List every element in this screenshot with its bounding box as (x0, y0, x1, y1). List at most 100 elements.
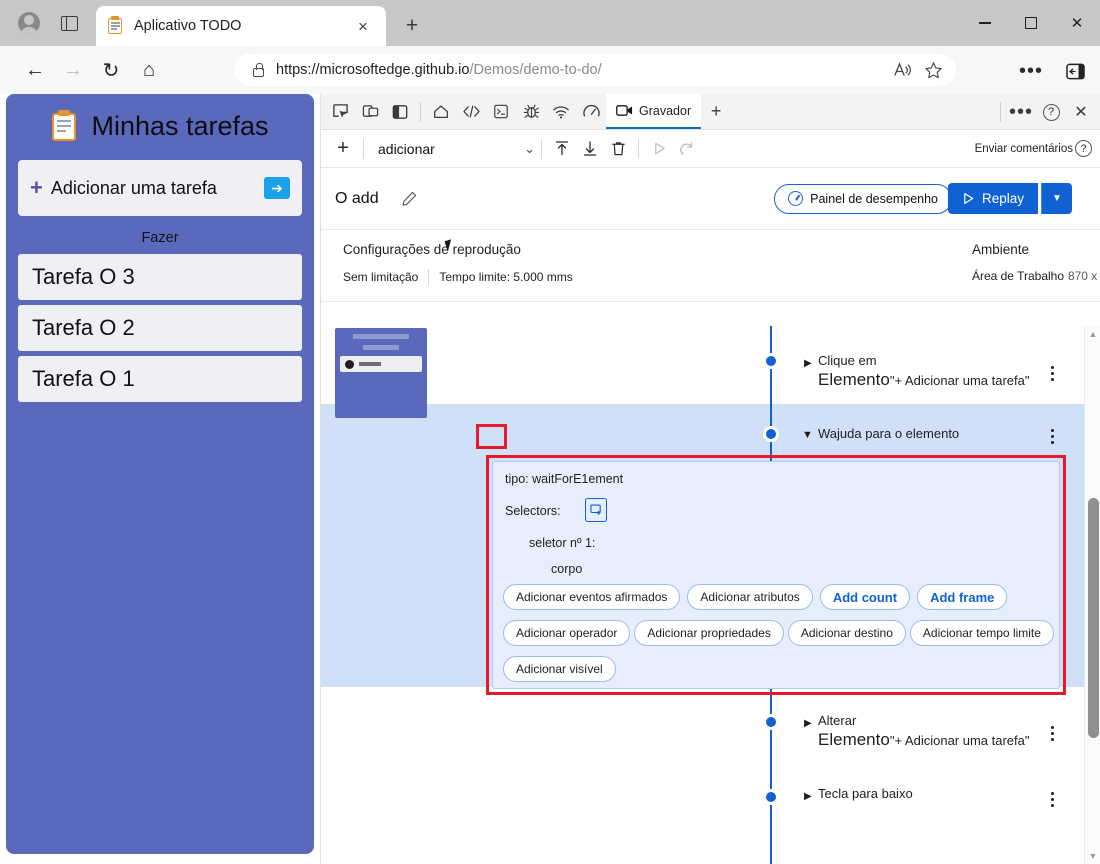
browser-more-button[interactable]: ••• (1016, 56, 1046, 86)
tab-actions-icon (61, 16, 78, 31)
play-icon (962, 192, 975, 205)
sidebar-icon (1066, 63, 1085, 80)
home-glyph (432, 103, 450, 121)
list-item[interactable]: Tarefa O 1 (18, 356, 302, 402)
add-task-row[interactable]: + Adicionar uma tarefa ➔ (18, 160, 302, 216)
devtools-more-button[interactable]: ••• (1006, 97, 1036, 127)
video-camera-icon (616, 104, 633, 117)
read-aloud-glyph (893, 61, 913, 79)
step-title: Clique em (818, 353, 877, 368)
bug-glyph (523, 103, 540, 120)
forward-button[interactable]: → (54, 51, 92, 89)
scroll-down-button[interactable]: ▼ (1085, 848, 1100, 864)
step-menu-button[interactable] (1041, 720, 1063, 746)
recording-select[interactable]: adicionar ⌄ (370, 141, 535, 157)
timeout-value[interactable]: Tempo limite: 5.000 mms (439, 270, 572, 284)
title-bar: Aplicativo TODO × + ✕ (0, 0, 1100, 46)
lock-icon (248, 64, 268, 77)
devtools-help-button[interactable]: ? (1036, 97, 1066, 127)
step-subtitle: Elemento"+ Adicionar uma tarefa" (818, 370, 1030, 390)
close-window-button[interactable]: ✕ (1054, 0, 1100, 46)
import-glyph (554, 140, 570, 157)
home-icon[interactable] (426, 97, 456, 127)
more-dots-icon: ••• (1009, 107, 1033, 117)
minimize-icon (979, 22, 991, 24)
scroll-up-button[interactable]: ▲ (1085, 326, 1100, 342)
step-subtitle-value: "+ Adicionar uma tarefa" (890, 733, 1030, 748)
step-subtitle-value: "+ Adicionar uma tarefa" (890, 373, 1030, 388)
trash-icon[interactable] (604, 135, 632, 163)
expand-triangle-icon[interactable]: ▶ (804, 718, 812, 729)
close-tab-icon[interactable]: × (350, 13, 376, 39)
expand-triangle-icon[interactable]: ▶ (804, 358, 812, 369)
export-arrow-down-icon[interactable] (576, 135, 604, 163)
throttling-value[interactable]: Sem limitação (343, 270, 418, 284)
replay-label: Replay (982, 191, 1024, 206)
performance-gauge-icon[interactable] (576, 97, 606, 127)
scrollbar-thumb[interactable] (1088, 498, 1099, 738)
add-panel-button[interactable]: + (701, 97, 731, 127)
console-icon[interactable] (486, 97, 516, 127)
step-menu-button[interactable] (1041, 786, 1063, 812)
list-item[interactable]: Tarefa O 3 (18, 254, 302, 300)
step-menu-button[interactable] (1041, 423, 1063, 449)
dock-panel-icon[interactable] (385, 97, 415, 127)
expand-triangle-icon[interactable]: ▶ (804, 791, 812, 802)
browser-tab[interactable]: Aplicativo TODO × (96, 6, 386, 46)
tab-actions-button[interactable] (54, 9, 84, 37)
inspect-element-icon[interactable] (325, 97, 355, 127)
back-button[interactable]: ← (16, 51, 54, 89)
import-arrow-up-icon[interactable] (548, 135, 576, 163)
play-icon[interactable] (645, 135, 673, 163)
device-glyph (362, 103, 379, 120)
sidebar-toggle-button[interactable] (1060, 56, 1090, 86)
add-task-label: Adicionar uma tarefa (51, 178, 264, 199)
elements-code-icon[interactable] (456, 97, 486, 127)
replay-arrow-icon[interactable] (673, 135, 701, 163)
collapse-triangle-icon[interactable]: ▼ (802, 429, 813, 441)
step-item[interactable]: ▶ Tecla para baixo (321, 782, 1100, 816)
pencil-icon[interactable] (397, 186, 423, 212)
step-item[interactable]: ▶ Clique em Elemento"+ Adicionar uma tar… (321, 348, 1100, 404)
url-text: https://microsoftedge.github.io/Demos/de… (276, 62, 888, 78)
performance-panel-button[interactable]: Painel de desempenho (774, 184, 952, 214)
favorite-star-icon[interactable] (918, 55, 948, 85)
home-button[interactable]: ⌂ (130, 51, 168, 89)
read-aloud-icon[interactable] (888, 55, 918, 85)
debugger-bug-icon[interactable] (516, 97, 546, 127)
maximize-icon (1025, 17, 1037, 29)
step-menu-button[interactable] (1041, 360, 1063, 386)
feedback-link[interactable]: Enviar comentários ? (975, 140, 1092, 157)
maximize-button[interactable] (1008, 0, 1054, 46)
clipboard-icon (51, 111, 77, 141)
new-recording-button[interactable]: + (329, 135, 357, 163)
list-item[interactable]: Tarefa O 2 (18, 305, 302, 351)
tab-gravador[interactable]: Gravador (606, 94, 701, 129)
profile-button[interactable] (12, 8, 46, 38)
environment-block: Ambiente Área de Trabalho 870 x 537 px (972, 242, 1064, 283)
help-icon: ? (1075, 140, 1092, 157)
step-subtitle-prefix: Elemento (818, 730, 890, 749)
reload-button[interactable]: ↻ (92, 51, 130, 89)
page-title: Minhas tarefas (91, 111, 268, 142)
steps-scrollbar[interactable]: ▲ ▼ (1084, 326, 1100, 864)
new-tab-button[interactable]: + (398, 12, 426, 40)
plus-icon: + (30, 175, 43, 201)
devtools-panel: Gravador + ••• ? ✕ + adicionar ⌄ (320, 94, 1100, 864)
devtools-close-button[interactable]: ✕ (1066, 97, 1096, 127)
gauge-glyph (582, 103, 601, 120)
performance-panel-label: Painel de desempenho (810, 192, 938, 206)
step-item[interactable]: ▶ Alterar Elemento"+ Adicionar uma taref… (321, 708, 1100, 764)
minimize-button[interactable] (962, 0, 1008, 46)
address-bar[interactable]: https://microsoftedge.github.io/Demos/de… (234, 54, 956, 86)
browser-window: Aplicativo TODO × + ✕ ← → ↻ ⌂ https://mi… (0, 0, 1100, 864)
device-emulation-icon[interactable] (355, 97, 385, 127)
step-title: Wajuda para o elemento (818, 426, 959, 441)
step-item[interactable]: ▼ Wajuda para o elemento (321, 418, 1100, 452)
step-subtitle-prefix: Elemento (818, 370, 890, 389)
replay-button[interactable]: Replay (948, 183, 1038, 214)
network-wifi-icon[interactable] (546, 97, 576, 127)
submit-task-button[interactable]: ➔ (264, 177, 290, 199)
star-glyph (924, 61, 943, 80)
replay-options-button[interactable]: ▼ (1041, 183, 1072, 214)
